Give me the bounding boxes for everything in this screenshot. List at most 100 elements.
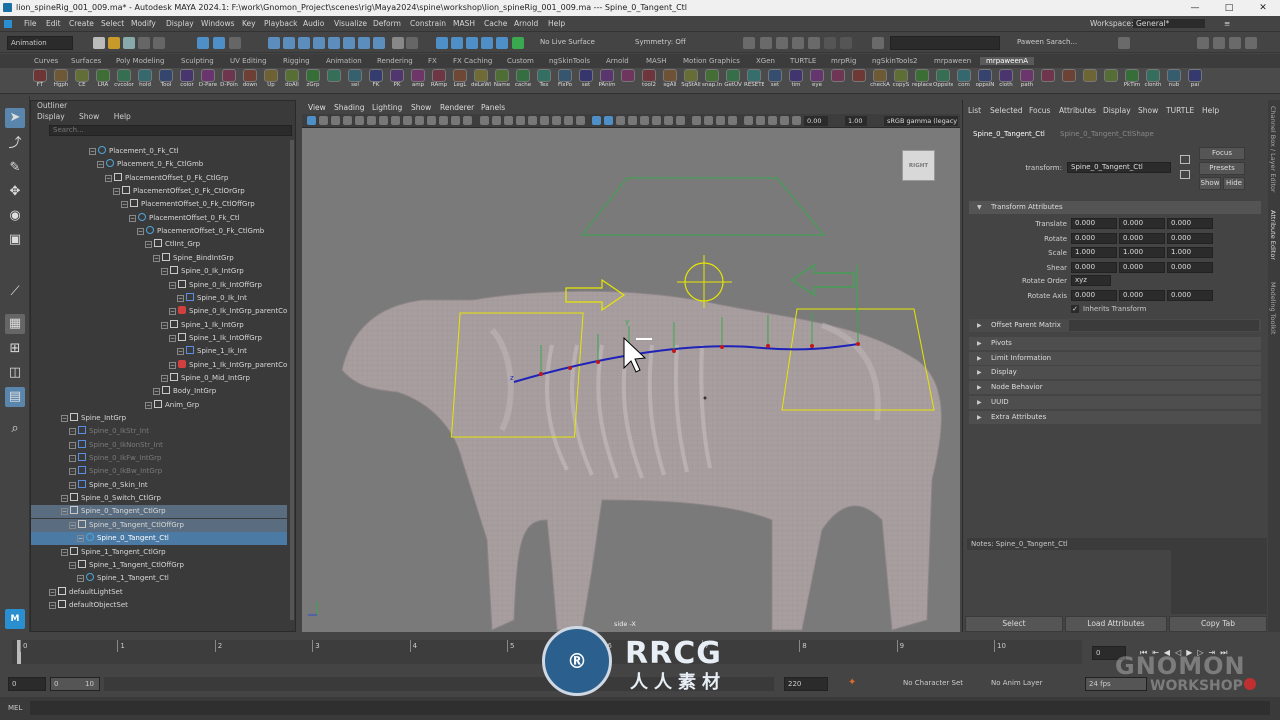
shelf-button[interactable]: FT xyxy=(30,69,50,93)
viewport-toolbar-icon[interactable] xyxy=(307,116,316,125)
rotate-axis-y[interactable]: 0.000 xyxy=(1119,290,1165,301)
shelf-tab[interactable]: Custom xyxy=(507,57,534,65)
expand-toggle-icon[interactable]: − xyxy=(113,188,120,196)
viewport-3d[interactable]: y z RIGHT side -X xyxy=(302,100,960,632)
copy-tab-button[interactable]: Copy Tab xyxy=(1169,616,1267,632)
shelf-button[interactable]: RAmp xyxy=(429,69,449,93)
outliner-item[interactable]: − defaultObjectSet xyxy=(31,599,287,612)
shear-x-field[interactable]: 0.000 xyxy=(1071,262,1117,274)
shelf-button[interactable]: doAll xyxy=(282,69,302,93)
shelf-button[interactable]: OppsiteN xyxy=(933,69,953,93)
viewport-toolbar-icon[interactable] xyxy=(576,116,585,125)
expand-toggle-icon[interactable]: − xyxy=(61,508,68,516)
modeling-toolkit-tab[interactable]: Modeling Toolkit xyxy=(1269,282,1277,334)
viewport-toolbar-icon[interactable] xyxy=(792,116,801,125)
two-view-icon[interactable]: ◫ xyxy=(5,363,25,383)
shelf-button[interactable]: Tool xyxy=(156,69,176,93)
rotate-tool-icon[interactable]: ◉ xyxy=(5,206,25,226)
paint-select-tool-icon[interactable]: ✎ xyxy=(5,158,25,178)
rotate-z-field[interactable]: 0.000 xyxy=(1167,232,1213,244)
scale-x-field[interactable]: 1.000 xyxy=(1071,247,1117,259)
shelf-tab[interactable]: Curves xyxy=(34,57,58,65)
outliner-item[interactable]: − Spine_1_Ik_IntGrp xyxy=(31,319,287,332)
arnold-play-icon[interactable] xyxy=(824,37,836,49)
last-tool-icon[interactable]: ⟋ xyxy=(5,282,25,302)
viewport-toolbar-icon[interactable] xyxy=(504,116,513,125)
menu-windows[interactable]: Windows xyxy=(201,19,234,28)
start-time-field[interactable]: 0 xyxy=(8,677,46,691)
expand-toggle-icon[interactable]: − xyxy=(49,588,56,596)
color-space-dropdown[interactable]: sRGB gamma (legacy xyxy=(884,116,958,126)
range-end-field[interactable]: 10 xyxy=(85,680,94,688)
scale-y-field[interactable]: 1.000 xyxy=(1119,247,1165,259)
shelf-tab[interactable]: XGen xyxy=(756,57,775,65)
viewport-toolbar-icon[interactable] xyxy=(391,116,400,125)
shelf-button[interactable] xyxy=(324,69,344,93)
outliner-item[interactable]: − Spine_0_IkNonStr_Int xyxy=(31,439,287,452)
menu-audio[interactable]: Audio xyxy=(303,19,324,28)
shear-y-field[interactable]: 0.000 xyxy=(1119,262,1165,274)
shelf-button[interactable]: Tex xyxy=(534,69,554,93)
save-scene-icon[interactable] xyxy=(123,37,135,49)
node-behavior-section[interactable]: Node Behavior xyxy=(969,381,1261,395)
shelf-button[interactable]: cloth xyxy=(996,69,1016,93)
outliner-menu-help[interactable]: Help xyxy=(114,112,131,121)
viewport-toolbar-icon[interactable] xyxy=(676,116,685,125)
shelf-button[interactable]: set xyxy=(576,69,596,93)
viewport-toolbar-icon[interactable] xyxy=(528,116,537,125)
outliner-item[interactable]: − PlacementOffset_0_Fk_CtlGmb xyxy=(31,225,287,238)
shelf-button[interactable]: CE xyxy=(72,69,92,93)
viewport-menu-show[interactable]: Show xyxy=(411,103,431,112)
expand-toggle-icon[interactable]: − xyxy=(61,415,68,422)
select-hierarchy-icon[interactable] xyxy=(197,37,209,49)
go-to-output-icon[interactable] xyxy=(1180,170,1190,179)
presets-button[interactable]: Presets xyxy=(1199,162,1245,175)
translate-z-field[interactable]: 0.000 xyxy=(1167,218,1213,229)
shelf-button[interactable]: cvcolor xyxy=(114,69,134,93)
input-line-icon[interactable] xyxy=(872,37,884,49)
expand-toggle-icon[interactable]: − xyxy=(77,575,84,583)
shelf-button[interactable]: PK xyxy=(387,69,407,93)
mask-curves-icon[interactable] xyxy=(313,37,325,49)
render-settings-icon[interactable] xyxy=(808,37,820,49)
menu-playback[interactable]: Playback xyxy=(264,19,297,28)
range-start-field[interactable]: 0 xyxy=(54,680,58,688)
outliner-item[interactable]: − Spine_0_Switch_CtlGrp xyxy=(31,492,287,505)
extra-attributes-section[interactable]: Extra Attributes xyxy=(969,410,1261,424)
shelf-button[interactable]: Name xyxy=(492,69,512,93)
viewport-menu-panels[interactable]: Panels xyxy=(481,103,505,112)
outliner-item[interactable]: − Spine_0_Tangent_CtlGrp xyxy=(31,505,287,519)
select-button[interactable]: Select xyxy=(965,616,1063,632)
viewport-menu-shading[interactable]: Shading xyxy=(334,103,364,112)
shelf-button[interactable]: PkTim xyxy=(1122,69,1142,93)
limit-information-section[interactable]: Limit Information xyxy=(969,351,1261,365)
shelf-button[interactable]: PAnim xyxy=(597,69,617,93)
rotate-x-field[interactable]: 0.000 xyxy=(1071,232,1117,244)
search-icon[interactable]: ⌕ xyxy=(5,419,25,439)
load-attributes-button[interactable]: Load Attributes xyxy=(1065,616,1167,632)
outliner-item[interactable]: − Spine_1_Ik_IntOffGrp xyxy=(31,332,287,345)
viewport-toolbar-icon[interactable] xyxy=(516,116,525,125)
menu-help[interactable]: Help xyxy=(548,19,565,28)
shelf-button[interactable]: copyS xyxy=(891,69,911,93)
viewport-toolbar-icon[interactable] xyxy=(604,116,613,125)
viewport-toolbar-icon[interactable] xyxy=(552,116,561,125)
shelf-button[interactable]: Up xyxy=(261,69,281,93)
expand-toggle-icon[interactable]: − xyxy=(61,548,68,556)
outliner-item[interactable]: − Spine_1_Ik_IntGrp_parentCons xyxy=(31,359,287,372)
workspace-dropdown[interactable]: General* xyxy=(1133,19,1205,28)
viewport-toolbar-icon[interactable] xyxy=(756,116,765,125)
outliner-item[interactable]: − defaultLightSet xyxy=(31,586,287,599)
transform-name-field[interactable]: Spine_0_Tangent_Ctl xyxy=(1067,162,1171,173)
shelf-button[interactable]: checkA xyxy=(870,69,890,93)
viewport-toolbar-icon[interactable] xyxy=(480,116,489,125)
channel-box-tab[interactable]: Channel Box / Layer Editor xyxy=(1269,106,1277,193)
shelf-button[interactable]: SqStAll xyxy=(681,69,701,93)
expand-toggle-icon[interactable]: − xyxy=(121,201,128,209)
anim-layer-dropdown[interactable]: No Anim Layer xyxy=(988,677,1058,691)
scale-z-field[interactable]: 1.000 xyxy=(1167,247,1213,259)
shelf-tab[interactable]: mrpaween xyxy=(934,57,971,65)
ae-menu-list[interactable]: List xyxy=(968,106,981,115)
rotate-order-dropdown[interactable]: xyz xyxy=(1071,275,1111,286)
shelf-button[interactable]: sel xyxy=(345,69,365,93)
